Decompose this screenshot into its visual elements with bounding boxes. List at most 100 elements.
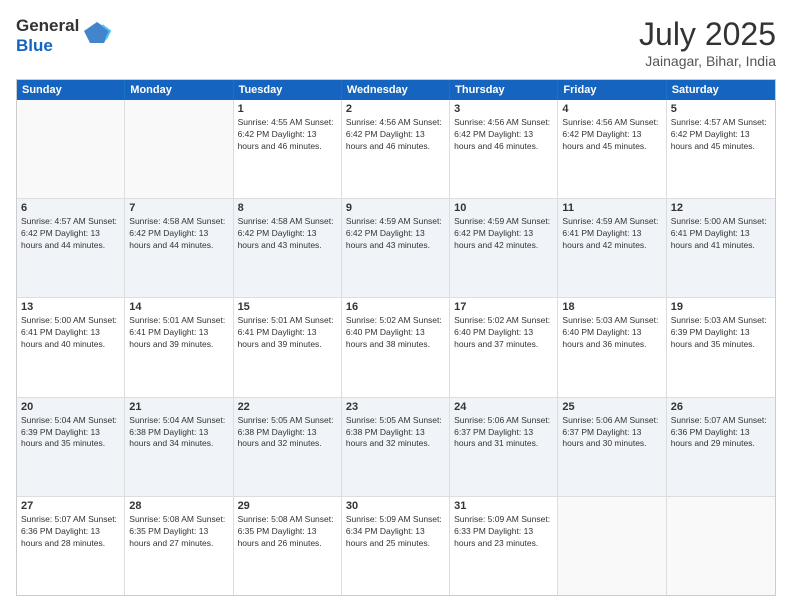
cell-info: Sunrise: 5:07 AM Sunset: 6:36 PM Dayligh…	[21, 514, 120, 550]
cal-cell-day-6: 6 Sunrise: 4:57 AM Sunset: 6:42 PM Daylig…	[17, 199, 125, 297]
cell-info: Sunrise: 5:03 AM Sunset: 6:39 PM Dayligh…	[671, 315, 771, 351]
cell-info: Sunrise: 4:56 AM Sunset: 6:42 PM Dayligh…	[454, 117, 553, 153]
day-number: 3	[454, 103, 553, 115]
page: General Blue July 2025 Jainagar, Bihar, …	[0, 0, 792, 612]
day-number: 30	[346, 500, 445, 512]
cal-cell-day-28: 28 Sunrise: 5:08 AM Sunset: 6:35 PM Dayli…	[125, 497, 233, 595]
cell-info: Sunrise: 5:00 AM Sunset: 6:41 PM Dayligh…	[21, 315, 120, 351]
cal-cell-day-9: 9 Sunrise: 4:59 AM Sunset: 6:42 PM Daylig…	[342, 199, 450, 297]
cell-info: Sunrise: 4:58 AM Sunset: 6:42 PM Dayligh…	[129, 216, 228, 252]
cal-week-row: 1 Sunrise: 4:55 AM Sunset: 6:42 PM Daylig…	[17, 100, 775, 198]
cal-cell-day-13: 13 Sunrise: 5:00 AM Sunset: 6:41 PM Dayli…	[17, 298, 125, 396]
cal-cell-day-26: 26 Sunrise: 5:07 AM Sunset: 6:36 PM Dayli…	[667, 398, 775, 496]
cal-cell-empty	[17, 100, 125, 198]
cal-cell-day-4: 4 Sunrise: 4:56 AM Sunset: 6:42 PM Daylig…	[558, 100, 666, 198]
day-number: 4	[562, 103, 661, 115]
day-number: 29	[238, 500, 337, 512]
cell-info: Sunrise: 5:02 AM Sunset: 6:40 PM Dayligh…	[454, 315, 553, 351]
cal-cell-day-12: 12 Sunrise: 5:00 AM Sunset: 6:41 PM Dayli…	[667, 199, 775, 297]
day-number: 16	[346, 301, 445, 313]
cal-cell-day-5: 5 Sunrise: 4:57 AM Sunset: 6:42 PM Daylig…	[667, 100, 775, 198]
cal-cell-empty	[667, 497, 775, 595]
day-number: 15	[238, 301, 337, 313]
cell-info: Sunrise: 5:08 AM Sunset: 6:35 PM Dayligh…	[238, 514, 337, 550]
cell-info: Sunrise: 5:05 AM Sunset: 6:38 PM Dayligh…	[238, 415, 337, 451]
day-number: 6	[21, 202, 120, 214]
day-number: 2	[346, 103, 445, 115]
day-header-friday: Friday	[558, 80, 666, 100]
day-number: 13	[21, 301, 120, 313]
cal-week-row: 20Sunrise: 5:04 AM Sunset: 6:39 PM Dayli…	[17, 397, 775, 496]
day-number: 28	[129, 500, 228, 512]
cal-cell-day-16: 16 Sunrise: 5:02 AM Sunset: 6:40 PM Dayli…	[342, 298, 450, 396]
cal-cell-day-31: 31 Sunrise: 5:09 AM Sunset: 6:33 PM Dayli…	[450, 497, 558, 595]
cell-info: Sunrise: 4:59 AM Sunset: 6:42 PM Dayligh…	[346, 216, 445, 252]
day-number: 10	[454, 202, 553, 214]
day-number: 26	[671, 401, 771, 413]
day-number: 1	[238, 103, 337, 115]
cell-info: Sunrise: 4:57 AM Sunset: 6:42 PM Dayligh…	[671, 117, 771, 153]
day-header-sunday: Sunday	[17, 80, 125, 100]
cal-cell-day-10: 10 Sunrise: 4:59 AM Sunset: 6:42 PM Dayli…	[450, 199, 558, 297]
day-number: 27	[21, 500, 120, 512]
cell-info: Sunrise: 5:08 AM Sunset: 6:35 PM Dayligh…	[129, 514, 228, 550]
cell-info: Sunrise: 5:07 AM Sunset: 6:36 PM Dayligh…	[671, 415, 771, 451]
day-number: 24	[454, 401, 553, 413]
day-number: 14	[129, 301, 228, 313]
cell-info: Sunrise: 4:57 AM Sunset: 6:42 PM Dayligh…	[21, 216, 120, 252]
cal-cell-day-8: 8 Sunrise: 4:58 AM Sunset: 6:42 PM Daylig…	[234, 199, 342, 297]
cal-week-row: 6 Sunrise: 4:57 AM Sunset: 6:42 PM Daylig…	[17, 198, 775, 297]
cell-info: Sunrise: 4:56 AM Sunset: 6:42 PM Dayligh…	[346, 117, 445, 153]
cal-cell-day-22: 22Sunrise: 5:05 AM Sunset: 6:38 PM Dayli…	[234, 398, 342, 496]
cell-info: Sunrise: 5:01 AM Sunset: 6:41 PM Dayligh…	[238, 315, 337, 351]
day-number: 12	[671, 202, 771, 214]
cal-cell-day-11: 11Sunrise: 4:59 AM Sunset: 6:41 PM Dayli…	[558, 199, 666, 297]
header: General Blue July 2025 Jainagar, Bihar, …	[16, 16, 776, 69]
cal-cell-day-18: 18Sunrise: 5:03 AM Sunset: 6:40 PM Dayli…	[558, 298, 666, 396]
cell-info: Sunrise: 5:09 AM Sunset: 6:33 PM Dayligh…	[454, 514, 553, 550]
cal-cell-day-21: 21 Sunrise: 5:04 AM Sunset: 6:38 PM Dayli…	[125, 398, 233, 496]
calendar-body: 1 Sunrise: 4:55 AM Sunset: 6:42 PM Daylig…	[17, 100, 775, 595]
cell-info: Sunrise: 4:59 AM Sunset: 6:42 PM Dayligh…	[454, 216, 553, 252]
cell-info: Sunrise: 4:55 AM Sunset: 6:42 PM Dayligh…	[238, 117, 337, 153]
cell-info: Sunrise: 5:06 AM Sunset: 6:37 PM Dayligh…	[454, 415, 553, 451]
day-number: 20	[21, 401, 120, 413]
cal-cell-day-1: 1 Sunrise: 4:55 AM Sunset: 6:42 PM Daylig…	[234, 100, 342, 198]
cal-cell-day-20: 20Sunrise: 5:04 AM Sunset: 6:39 PM Dayli…	[17, 398, 125, 496]
cell-info: Sunrise: 5:00 AM Sunset: 6:41 PM Dayligh…	[671, 216, 771, 252]
cal-cell-day-29: 29 Sunrise: 5:08 AM Sunset: 6:35 PM Dayli…	[234, 497, 342, 595]
cell-info: Sunrise: 4:59 AM Sunset: 6:41 PM Dayligh…	[562, 216, 661, 252]
cal-cell-empty	[558, 497, 666, 595]
day-number: 31	[454, 500, 553, 512]
day-number: 9	[346, 202, 445, 214]
cell-info: Sunrise: 4:56 AM Sunset: 6:42 PM Dayligh…	[562, 117, 661, 153]
day-header-wednesday: Wednesday	[342, 80, 450, 100]
day-number: 8	[238, 202, 337, 214]
day-number: 7	[129, 202, 228, 214]
cal-week-row: 27 Sunrise: 5:07 AM Sunset: 6:36 PM Dayli…	[17, 496, 775, 595]
logo-blue: Blue	[16, 36, 53, 55]
cal-cell-day-25: 25Sunrise: 5:06 AM Sunset: 6:37 PM Dayli…	[558, 398, 666, 496]
day-number: 21	[129, 401, 228, 413]
location: Jainagar, Bihar, India	[639, 53, 776, 69]
logo-text: General Blue	[16, 16, 79, 56]
cal-cell-day-24: 24 Sunrise: 5:06 AM Sunset: 6:37 PM Dayli…	[450, 398, 558, 496]
cell-info: Sunrise: 5:04 AM Sunset: 6:38 PM Dayligh…	[129, 415, 228, 451]
cell-info: Sunrise: 5:09 AM Sunset: 6:34 PM Dayligh…	[346, 514, 445, 550]
cal-cell-day-15: 15 Sunrise: 5:01 AM Sunset: 6:41 PM Dayli…	[234, 298, 342, 396]
day-number: 19	[671, 301, 771, 313]
cal-cell-day-2: 2 Sunrise: 4:56 AM Sunset: 6:42 PM Daylig…	[342, 100, 450, 198]
day-number: 5	[671, 103, 771, 115]
cal-cell-day-27: 27 Sunrise: 5:07 AM Sunset: 6:36 PM Dayli…	[17, 497, 125, 595]
cal-cell-day-30: 30 Sunrise: 5:09 AM Sunset: 6:34 PM Dayli…	[342, 497, 450, 595]
logo: General Blue	[16, 16, 112, 56]
cal-cell-empty	[125, 100, 233, 198]
cell-info: Sunrise: 5:05 AM Sunset: 6:38 PM Dayligh…	[346, 415, 445, 451]
cell-info: Sunrise: 5:02 AM Sunset: 6:40 PM Dayligh…	[346, 315, 445, 351]
logo-icon	[82, 17, 112, 47]
cell-info: Sunrise: 4:58 AM Sunset: 6:42 PM Dayligh…	[238, 216, 337, 252]
cal-cell-day-19: 19 Sunrise: 5:03 AM Sunset: 6:39 PM Dayli…	[667, 298, 775, 396]
calendar: SundayMondayTuesdayWednesdayThursdayFrid…	[16, 79, 776, 596]
title-block: July 2025 Jainagar, Bihar, India	[639, 16, 776, 69]
cal-cell-day-7: 7 Sunrise: 4:58 AM Sunset: 6:42 PM Daylig…	[125, 199, 233, 297]
